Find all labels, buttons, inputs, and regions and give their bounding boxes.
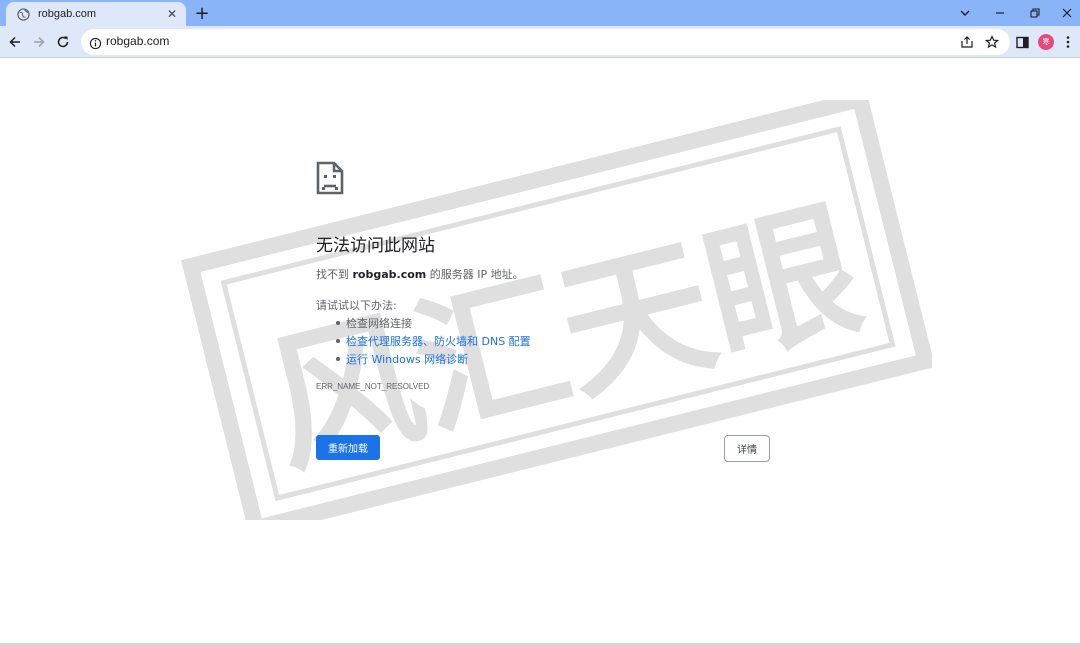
globe-icon: [16, 7, 30, 21]
toolbar: robgab.com 寒: [0, 26, 1080, 58]
tab-search-icon[interactable]: [948, 0, 982, 26]
share-icon[interactable]: [959, 34, 975, 50]
error-host: robgab.com: [352, 268, 427, 281]
profile-avatar[interactable]: 寒: [1036, 32, 1056, 52]
sad-page-icon: [316, 161, 344, 195]
error-code: ERR_NAME_NOT_RESOLVED: [316, 382, 430, 391]
tab-close-icon[interactable]: ✕: [164, 6, 180, 22]
details-button[interactable]: 详情: [724, 435, 770, 462]
back-button[interactable]: [5, 32, 25, 52]
error-subtitle: 找不到 robgab.com 的服务器 IP 地址。: [316, 266, 524, 282]
reload-button[interactable]: 重新加载: [316, 435, 380, 460]
suggestion-check-proxy-link[interactable]: 检查代理服务器、防火墙和 DNS 配置: [336, 333, 531, 351]
suggestion-windows-diagnostics-link[interactable]: 运行 Windows 网络诊断: [336, 351, 531, 369]
avatar: 寒: [1038, 34, 1054, 50]
error-subtitle-suffix: 的服务器 IP 地址。: [426, 268, 524, 281]
suggestion-check-network: 检查网络连接: [336, 315, 531, 333]
minimize-button[interactable]: [983, 0, 1017, 26]
side-panel-icon[interactable]: [1012, 32, 1032, 52]
new-tab-button[interactable]: +: [192, 3, 212, 24]
suggestions-list: 检查网络连接 检查代理服务器、防火墙和 DNS 配置 运行 Windows 网络…: [336, 315, 531, 369]
title-bar: robgab.com ✕ +: [0, 0, 1080, 26]
error-subtitle-prefix: 找不到: [316, 268, 353, 281]
bookmark-star-icon[interactable]: [984, 34, 1000, 50]
site-info-icon[interactable]: [89, 35, 103, 50]
forward-button[interactable]: [29, 32, 49, 52]
menu-icon[interactable]: [1058, 32, 1078, 52]
error-title: 无法访问此网站: [316, 236, 435, 256]
url-text: robgab.com: [106, 34, 170, 48]
page-content: [0, 59, 1080, 643]
reload-icon[interactable]: [53, 32, 73, 52]
restore-button[interactable]: [1018, 0, 1052, 26]
close-window-button[interactable]: [1050, 0, 1080, 26]
tab-title: robgab.com: [38, 8, 97, 20]
address-bar[interactable]: robgab.com: [81, 29, 1010, 55]
suggestions-heading: 请试试以下办法:: [316, 299, 397, 312]
tab-robgab[interactable]: robgab.com ✕: [6, 2, 186, 26]
